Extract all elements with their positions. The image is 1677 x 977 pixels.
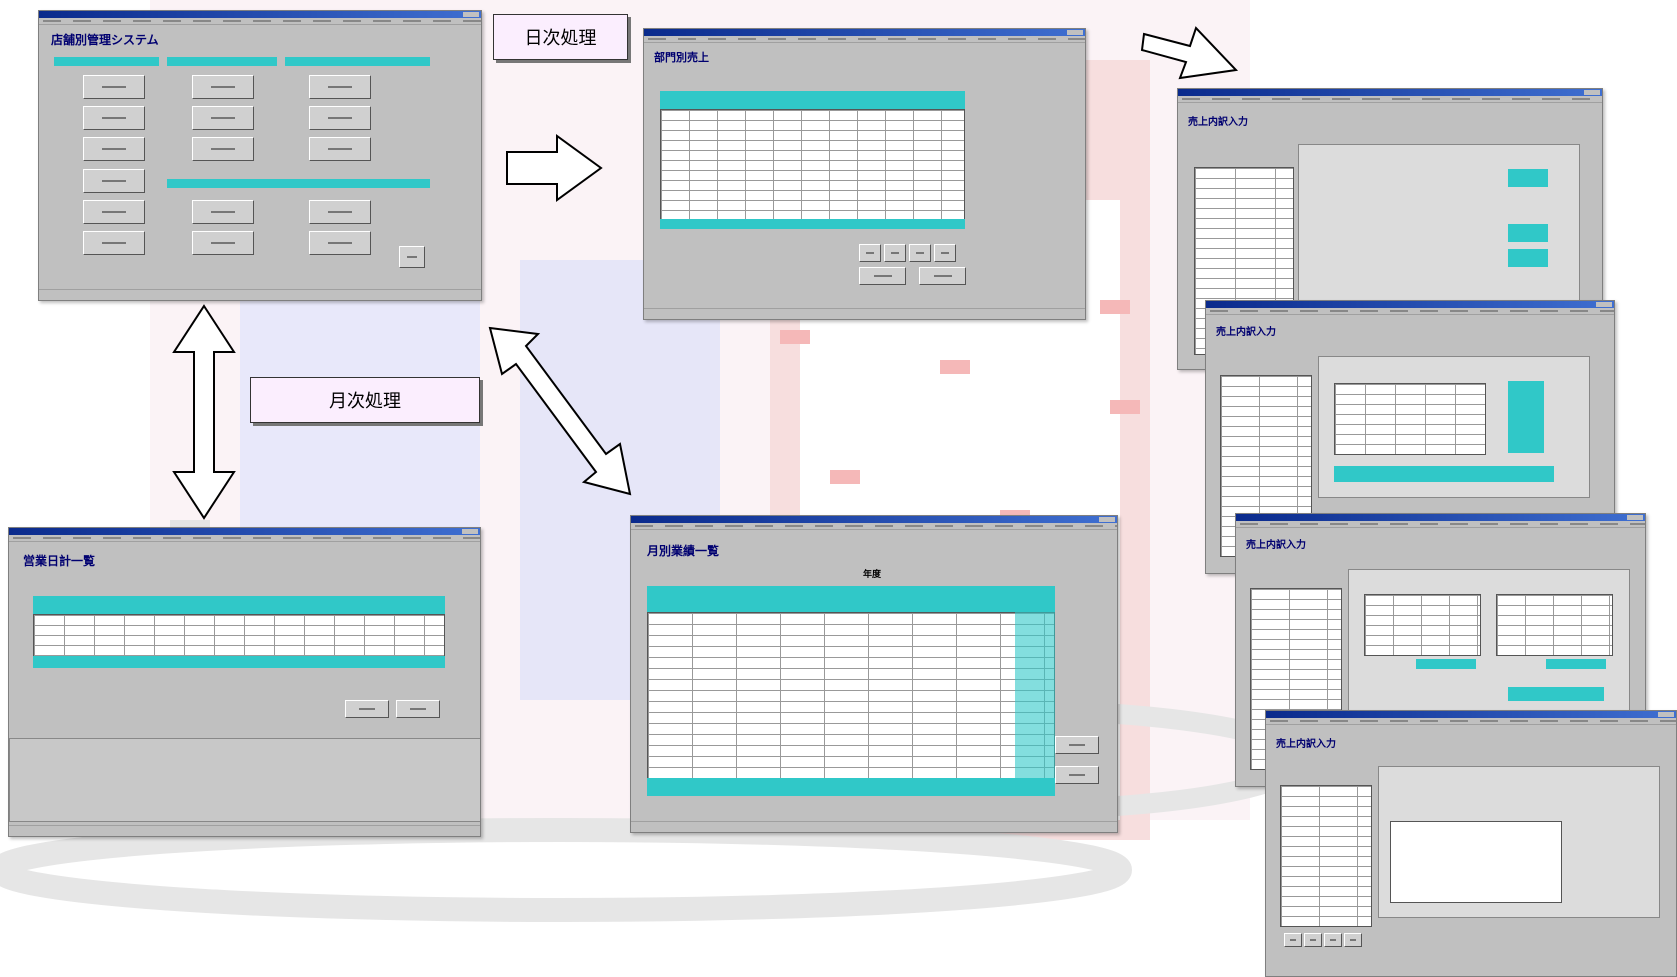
menu-button[interactable] [192,231,254,255]
window-title: 営業日計一覧 [23,554,96,568]
close-button[interactable] [1055,766,1099,784]
window-title: 部門別売上 [654,51,709,64]
table-total-row [647,778,1055,796]
menu-button[interactable] [83,137,145,161]
total-row [1546,659,1606,669]
print-button[interactable] [859,267,906,285]
titlebar [1206,301,1614,308]
total-row [1334,466,1554,482]
dept-sales-window: 部門別売上 [643,28,1086,320]
lower-panel [9,738,480,822]
window-title: 売上内訳入力 [1276,739,1336,750]
menu-button[interactable] [192,137,254,161]
double-arrow-vertical-icon [172,304,236,520]
window-title: 売上内訳入力 [1246,540,1306,551]
daily-totals-table [33,614,445,658]
last-record-button[interactable] [934,244,956,262]
titlebar [644,29,1085,36]
menu-button[interactable] [309,106,371,130]
right-arrow-icon [506,134,603,202]
menubar [644,36,1085,43]
nav-button[interactable] [1304,933,1322,947]
grand-total [1508,687,1604,701]
titlebar [1266,711,1676,718]
section-header-3 [285,57,430,66]
close-button[interactable] [919,267,966,285]
main-menu-window: 店舗別管理システム [38,10,482,301]
window-title: 売上内訳入力 [1188,117,1248,128]
monthly-processing-label: 月次処理 [250,377,480,423]
table-header [647,586,1055,612]
menubar [631,523,1117,530]
highlight-cells [1508,169,1548,187]
sales-entry-window-4: 売上内訳入力 [1265,710,1677,977]
section-header-4 [167,179,430,188]
table-header [660,91,965,109]
menubar [39,18,481,25]
double-arrow-diagonal-icon [488,326,632,496]
nav-button[interactable] [1324,933,1342,947]
window-title: 月別業績一覧 [647,544,720,558]
window-title: 売上内訳入力 [1216,327,1276,338]
menubar [1206,308,1614,315]
menubar [1266,718,1676,725]
titlebar [9,528,480,535]
menu-button[interactable] [309,200,371,224]
prev-record-button[interactable] [884,244,906,262]
total-column [1015,612,1055,778]
close-button[interactable] [396,700,440,718]
menubar [9,535,480,542]
print-button[interactable] [1055,736,1099,754]
highlight-cells [1508,224,1548,242]
statusbar [631,821,1117,832]
right-arrow-icon [1140,26,1239,80]
total-row [1416,659,1476,669]
detail-table [1334,383,1486,455]
next-record-button[interactable] [909,244,931,262]
menu-button[interactable] [192,106,254,130]
side-form [1280,785,1372,927]
detail-table-left [1364,594,1481,656]
nav-button[interactable] [1344,933,1362,947]
nav-button[interactable] [1284,933,1302,947]
menubar [1236,521,1645,528]
menu-button[interactable] [192,75,254,99]
titlebar [1178,89,1602,96]
table-header [33,596,445,614]
statusbar [39,289,481,300]
window-title: 店舗別管理システム [51,33,159,47]
menu-button[interactable] [192,200,254,224]
menubar [1178,96,1602,103]
year-label: 年度 [863,570,882,580]
titlebar [1236,514,1645,521]
table-total-row [660,219,965,229]
statusbar [644,308,1085,319]
highlight-column [1508,381,1544,453]
detail-table-right [1496,594,1613,656]
highlight-cells [1508,249,1548,267]
table-total-row [33,656,445,668]
section-header-2 [167,57,277,66]
menu-button[interactable] [83,169,145,193]
menu-button[interactable] [83,106,145,130]
titlebar [39,11,481,18]
menu-button[interactable] [309,75,371,99]
monthly-list-window: 営業日計一覧 [8,527,481,837]
menu-button[interactable] [83,75,145,99]
menu-button[interactable] [309,231,371,255]
exit-button[interactable] [399,246,425,268]
print-button[interactable] [345,700,389,718]
first-record-button[interactable] [859,244,881,262]
titlebar [631,516,1117,523]
statusbar [9,825,480,836]
sales-table [660,109,965,221]
section-header-1 [54,57,159,66]
month-results-window: 月別業績一覧 年度 [630,515,1118,833]
daily-processing-label: 日次処理 [493,14,628,60]
menu-button[interactable] [83,231,145,255]
monthly-results-table [647,612,1055,780]
menu-button[interactable] [83,200,145,224]
memo-field[interactable] [1390,821,1562,903]
menu-button[interactable] [309,137,371,161]
